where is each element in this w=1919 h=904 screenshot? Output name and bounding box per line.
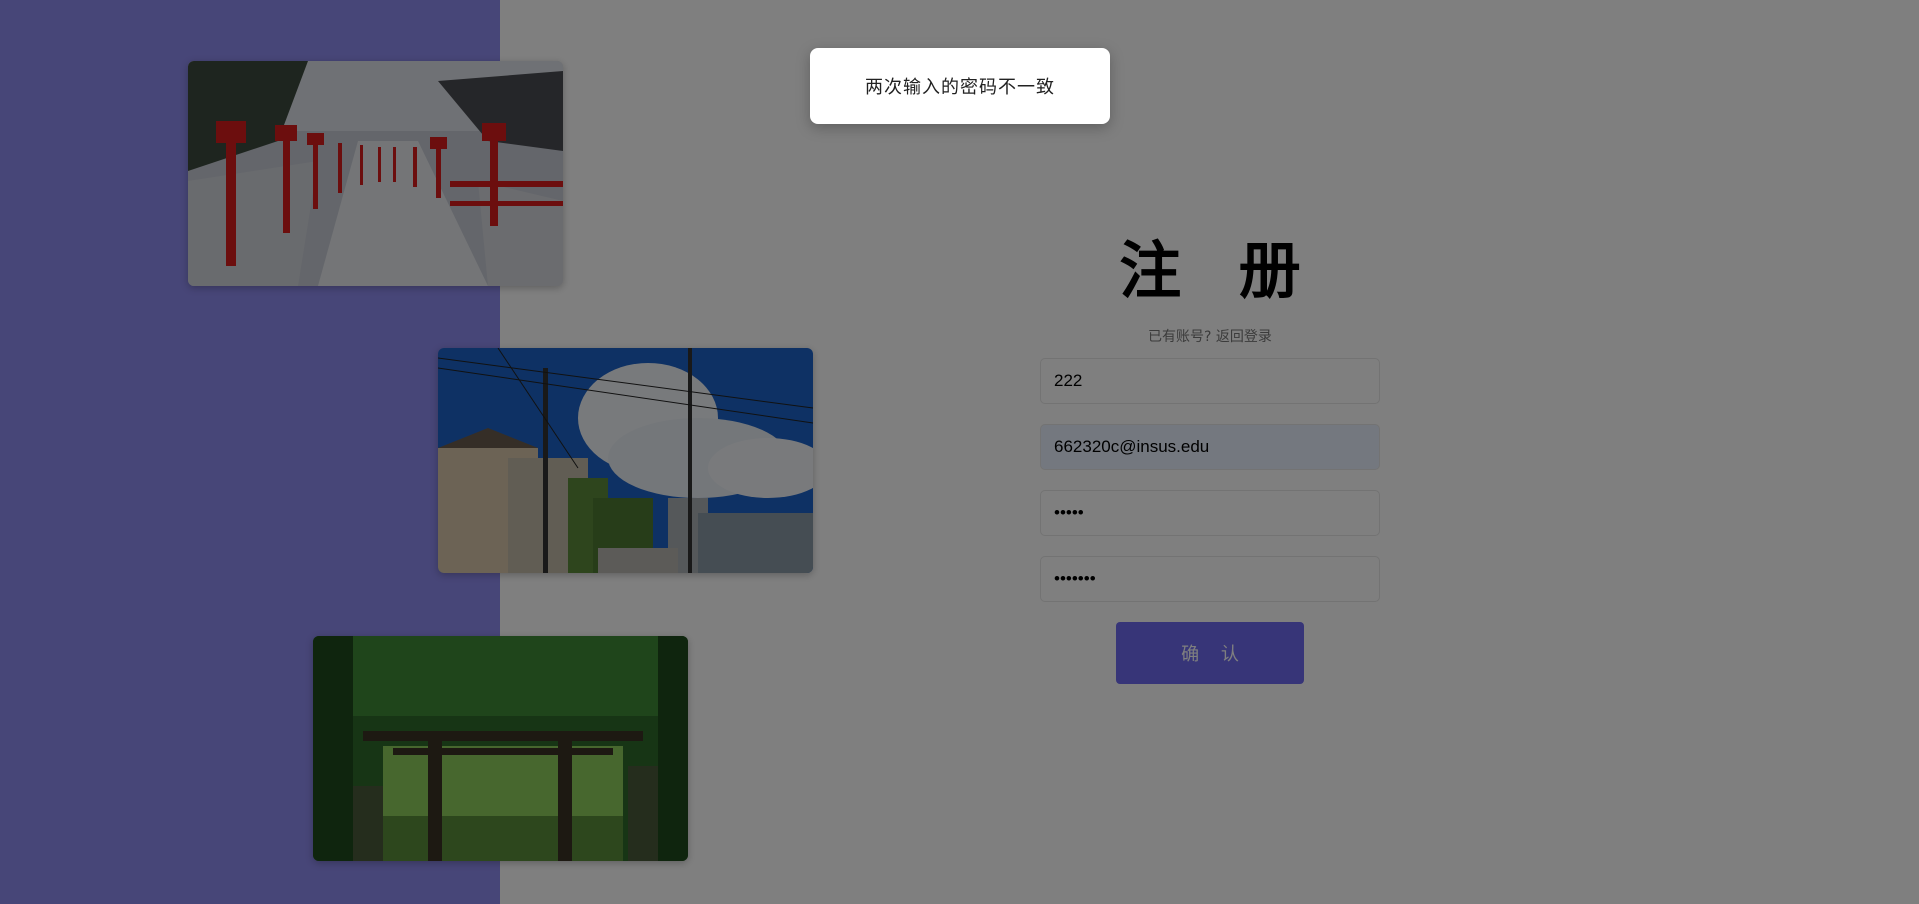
toast-message: 两次输入的密码不一致 [810, 48, 1110, 124]
toast-text: 两次输入的密码不一致 [865, 77, 1055, 98]
register-page: 注 册 已有账号? 返回登录 确 认 两次输入的密码不一致 [0, 0, 1919, 904]
modal-overlay[interactable] [0, 0, 1919, 904]
